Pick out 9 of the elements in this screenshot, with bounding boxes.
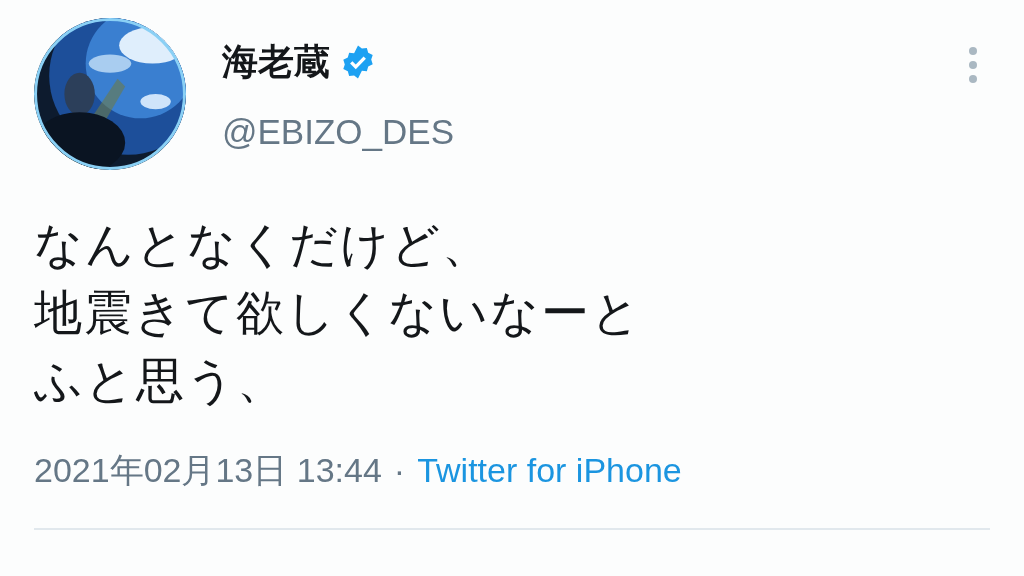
tweet-text-line: ふと思う、 [34,351,287,410]
separator: · [393,450,406,491]
timestamp: 2021年02月13日 13:44 [34,450,382,491]
user-name[interactable]: 海老蔵 [222,40,330,84]
tweet-text-line: なんとなくだけど、 [34,215,492,274]
user-handle[interactable]: @EBIZO_DES [222,112,932,152]
source-link[interactable]: Twitter for iPhone [417,448,682,492]
tweet-text-line: 地震きて欲しくないなーと [34,283,642,342]
more-options-icon[interactable] [968,46,978,84]
